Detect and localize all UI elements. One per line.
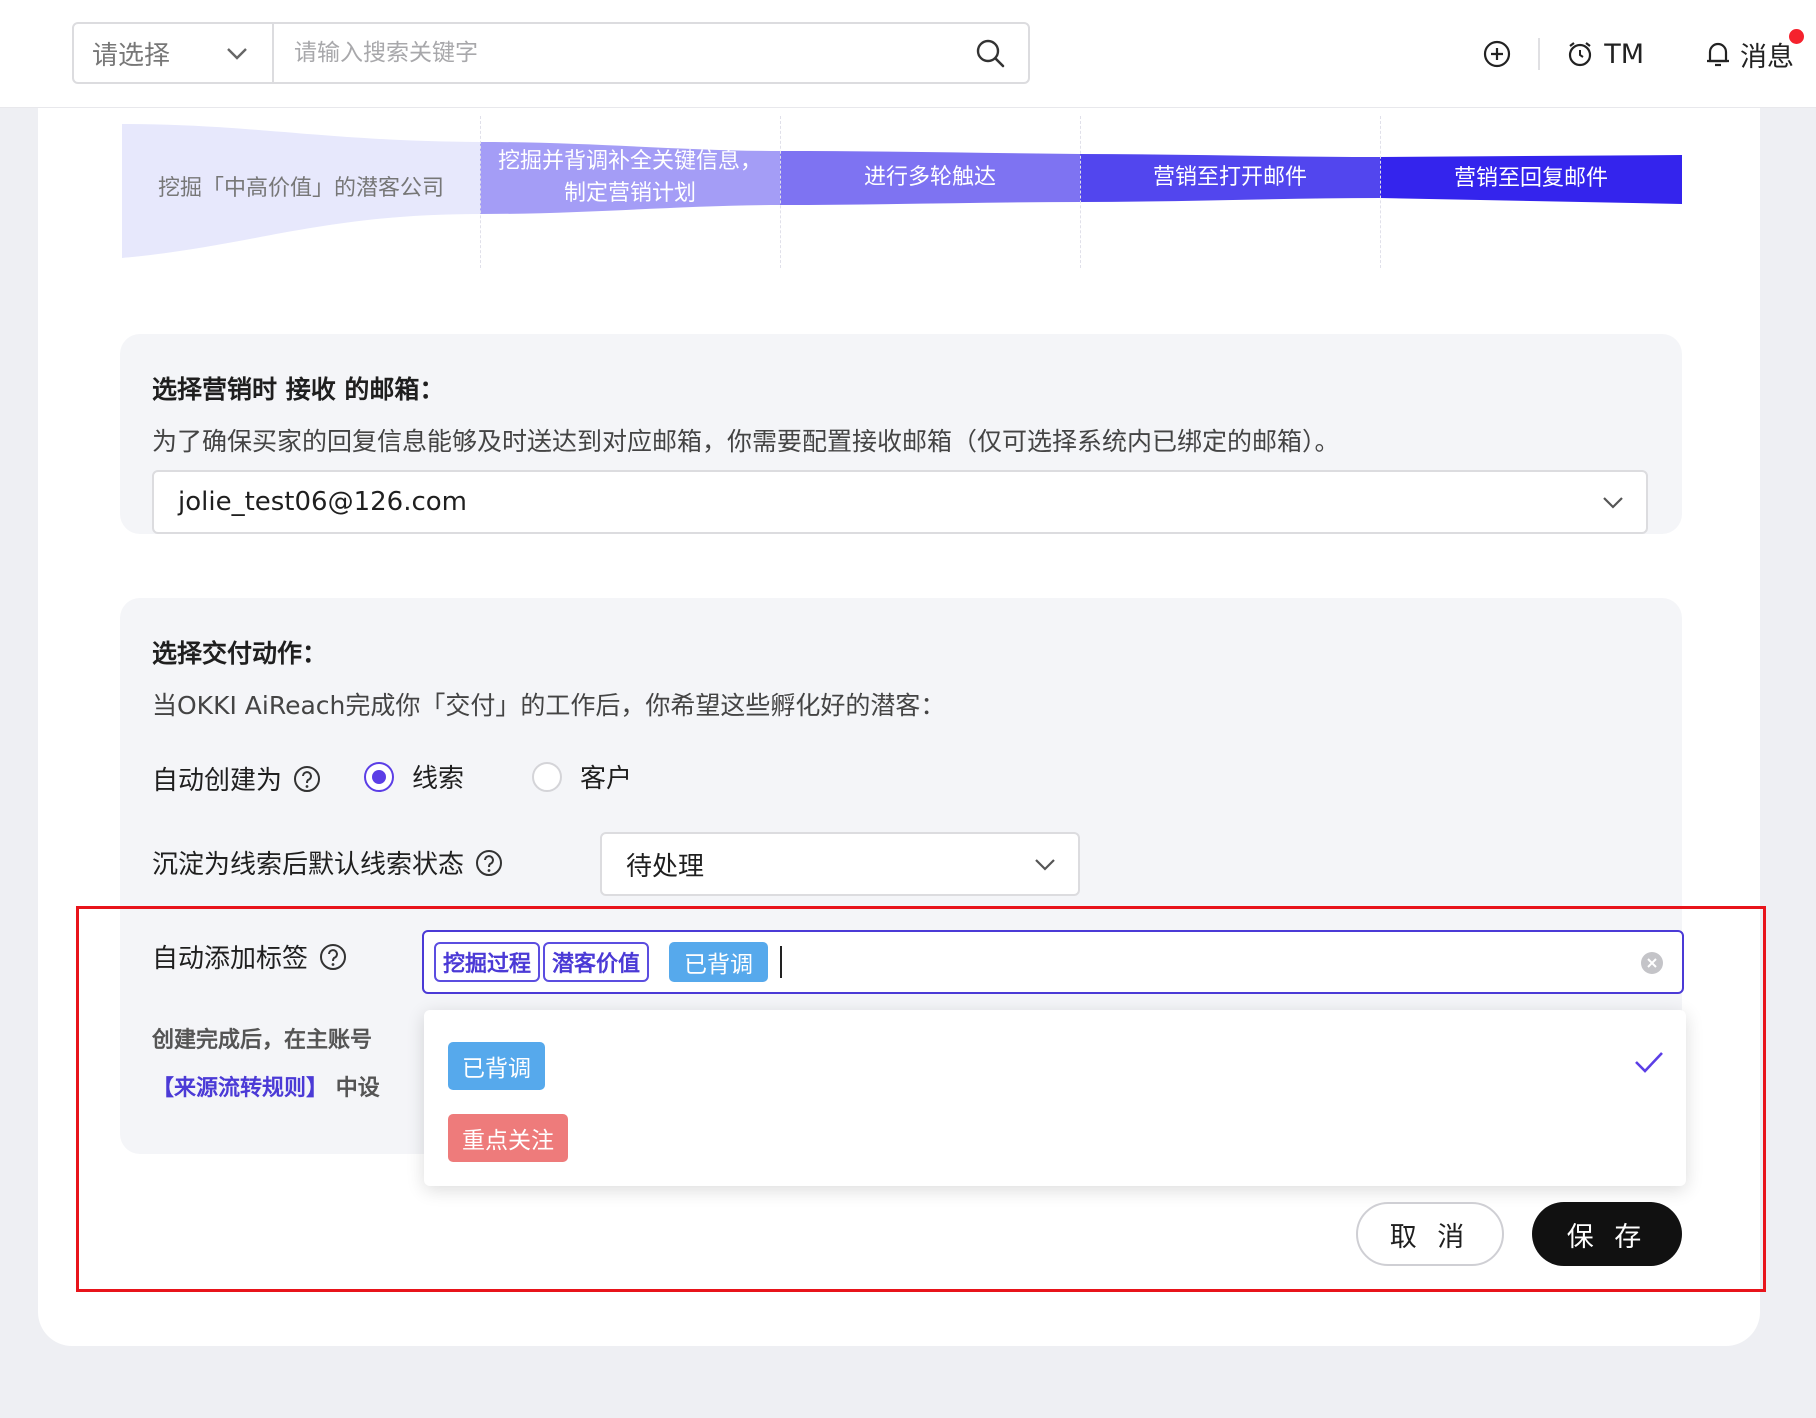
funnel-step-1: 挖掘「中高价值」的潜客公司 [157,176,444,202]
radio-customer-circle [532,761,562,792]
header-actions: TM 消息 [1482,26,1804,82]
email-section: 选择营销时 接收 的邮箱： 为了确保买家的回复信息能够及时送达到对应邮箱，你需要… [120,334,1682,534]
user-label: TM [1604,38,1644,70]
alarm-clock-icon [1566,40,1594,68]
source-flow-rules-link[interactable]: 【来源流转规则】 [152,1076,328,1101]
cancel-button[interactable]: 取 消 [1356,1202,1504,1266]
note-line-2: 【来源流转规则】 中设 [152,1070,380,1102]
auto-create-label: 自动创建为 [152,760,322,797]
lead-status-value: 待处理 [626,851,705,882]
chevron-down-icon [1602,487,1624,517]
tag-chip[interactable]: 潜客价值 [543,942,650,982]
tag-dropdown: 已背调 重点关注 [424,1010,1686,1186]
delivery-section-description: 当OKKI AiReach完成你「交付」的工作后，你希望这些孵化好的潜客： [152,691,946,720]
help-icon[interactable] [292,764,322,794]
funnel-step-2: 挖掘并背调补全关键信息， 制定营销计划 [497,149,762,206]
top-header: 请选择 TM [0,0,1816,108]
delivery-section-title: 选择交付动作： [152,639,328,668]
note-line-2-suffix: 中设 [335,1076,380,1101]
auto-create-label-text: 自动创建为 [152,766,283,796]
chevron-down-icon [226,38,248,68]
radio-customer[interactable]: 客户 [532,758,632,795]
bell-icon [1704,39,1732,69]
page: 请选择 TM [0,0,1816,1418]
check-icon [1634,1050,1664,1078]
search-group: 请选择 [72,22,1030,84]
tag-chip-selected[interactable]: 已背调 [669,942,769,982]
radio-lead[interactable]: 线索 [364,758,464,795]
main-card: 挖掘「中高价值」的潜客公司 挖掘并背调补全关键信息， 制定营销计划 进行多轮触达… [38,108,1760,1346]
dropdown-option[interactable]: 已背调 [448,1042,545,1090]
clear-icon[interactable] [1640,951,1664,979]
auto-tags-label: 自动添加标签 [152,938,348,975]
text-caret [780,946,783,978]
funnel-chart: 挖掘「中高价值」的潜客公司 挖掘并背调补全关键信息， 制定营销计划 进行多轮触达… [122,116,1682,268]
lead-status-label-text: 沉淀为线索后默认线索状态 [152,850,465,880]
help-icon[interactable] [474,848,504,878]
email-section-description: 为了确保买家的回复信息能够及时送达到对应邮箱，你需要配置接收邮箱（仅可选择系统内… [152,427,1340,456]
auto-tags-label-text: 自动添加标签 [152,944,309,974]
search-input[interactable] [274,24,962,82]
tags-multiselect[interactable]: 挖掘过程 潜客价值 已背调 [422,930,1684,994]
radio-customer-label: 客户 [580,764,633,794]
receive-email-select[interactable]: jolie_test06@126.com [152,470,1648,534]
radio-lead-circle [364,761,394,792]
lead-status-select[interactable]: 待处理 [600,832,1080,896]
save-button[interactable]: 保 存 [1532,1202,1682,1266]
tag-chip[interactable]: 挖掘过程 [434,942,541,982]
notifications-button[interactable]: 消息 [1704,28,1804,74]
funnel-step-3: 进行多轮触达 [863,165,996,191]
email-section-title: 选择营销时 接收 的邮箱： [152,375,445,404]
user-menu[interactable]: TM [1566,39,1644,70]
dropdown-option[interactable]: 重点关注 [448,1114,568,1162]
receive-email-value: jolie_test06@126.com [178,487,468,517]
notification-dot [1789,28,1804,44]
funnel-step-4: 营销至打开邮件 [1152,165,1307,191]
funnel-step-5: 营销至回复邮件 [1453,166,1608,192]
radio-lead-label: 线索 [412,764,465,794]
search-scope-label: 请选择 [92,40,171,71]
search-icon[interactable] [962,25,1018,81]
help-icon[interactable] [318,942,348,972]
chevron-down-icon [1034,849,1056,879]
search-scope-select[interactable]: 请选择 [74,24,274,82]
lead-status-label: 沉淀为线索后默认线索状态 [152,844,504,881]
note-line-1: 创建完成后，在主账号 [152,1028,373,1053]
header-divider [1538,38,1541,70]
notifications-label-wrap: 消息 [1740,28,1804,74]
add-circle-icon[interactable] [1482,39,1512,69]
notifications-label: 消息 [1740,41,1794,73]
